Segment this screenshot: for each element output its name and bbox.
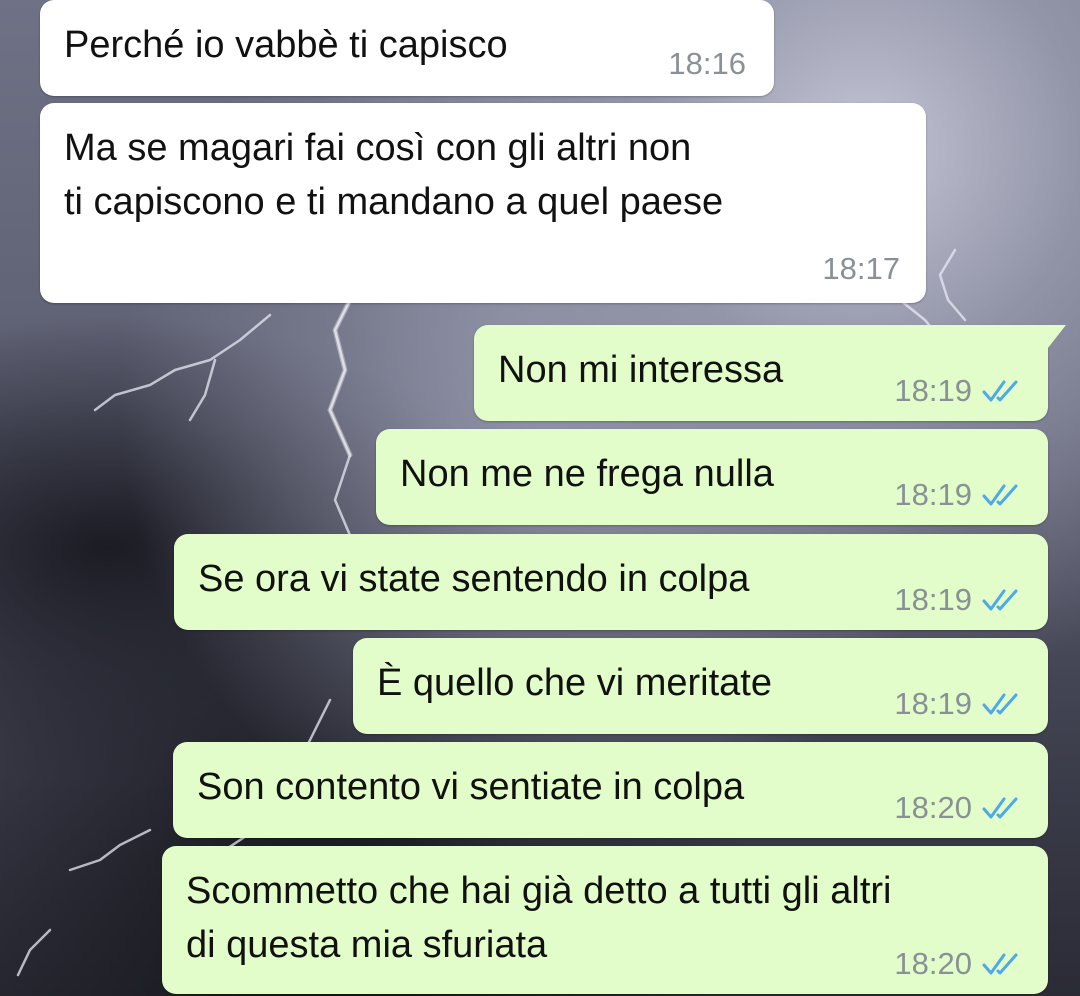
- double-check-read-icon: [982, 589, 1018, 611]
- bubble-tail: [1044, 325, 1066, 353]
- message-bubble-outgoing[interactable]: Non me ne frega nulla 18:19: [376, 429, 1048, 525]
- message-meta: 18:19: [894, 477, 1022, 513]
- message-bubble-outgoing[interactable]: Non mi interessa 18:19: [474, 325, 1066, 421]
- message-meta: 18:19: [894, 373, 1022, 409]
- message-time: 18:19: [894, 686, 972, 721]
- message-bubble-outgoing[interactable]: Scommetto che hai già detto a tutti gli …: [162, 846, 1048, 994]
- double-check-read-icon: [982, 484, 1018, 506]
- message-meta: 18:20: [894, 790, 1022, 826]
- message-time: 18:19: [894, 373, 972, 408]
- message-time: 18:19: [894, 477, 972, 512]
- message-meta: 18:16: [668, 46, 746, 82]
- message-text: Perché io vabbè ti capisco: [64, 24, 508, 66]
- message-time: 18:20: [894, 790, 972, 825]
- message-meta: 18:19: [894, 582, 1022, 618]
- message-meta: 18:20: [894, 946, 1022, 982]
- message-time: 18:20: [894, 946, 972, 981]
- message-meta: 18:17: [822, 251, 900, 287]
- double-check-read-icon: [982, 693, 1018, 715]
- double-check-read-icon: [982, 380, 1018, 402]
- message-bubble-outgoing[interactable]: Son contento vi sentiate in colpa 18:20: [173, 742, 1048, 838]
- message-bubble-outgoing[interactable]: È quello che vi meritate 18:19: [353, 638, 1048, 734]
- double-check-read-icon: [982, 953, 1018, 975]
- message-text: Ma se magari fai così con gli altri non …: [64, 127, 724, 223]
- message-bubble-outgoing[interactable]: Se ora vi state sentendo in colpa 18:19: [174, 534, 1048, 630]
- message-time: 18:17: [822, 251, 900, 286]
- message-meta: 18:19: [894, 686, 1022, 722]
- message-bubble-incoming[interactable]: Ma se magari fai così con gli altri non …: [40, 103, 926, 303]
- message-time: 18:19: [894, 582, 972, 617]
- double-check-read-icon: [982, 797, 1018, 819]
- message-time: 18:16: [668, 46, 746, 81]
- message-bubble-incoming[interactable]: Perché io vabbè ti capisco 18:16: [40, 0, 774, 96]
